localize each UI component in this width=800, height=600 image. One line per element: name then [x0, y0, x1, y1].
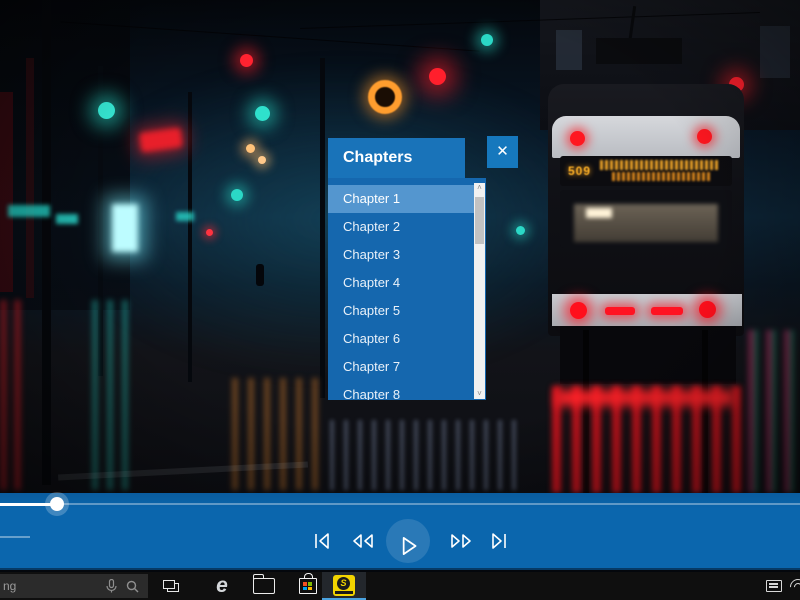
dvd-player-app-icon: S — [333, 575, 355, 596]
rewind-button[interactable] — [349, 529, 377, 553]
close-icon: ✕ — [496, 143, 509, 160]
search-box[interactable]: ng — [0, 574, 148, 598]
chapter-item[interactable]: Chapter 4 — [328, 269, 474, 297]
seek-bar-thumb[interactable] — [50, 497, 64, 511]
chapters-panel-title: Chapters — [343, 149, 412, 166]
rewind-icon — [349, 529, 377, 553]
windows-store-button[interactable] — [293, 572, 323, 600]
edge-browser-button[interactable]: e — [205, 572, 239, 600]
next-chapter-icon — [487, 529, 511, 553]
chapter-item[interactable]: Chapter 5 — [328, 297, 474, 325]
scrollbar-up-icon[interactable]: ˄ — [474, 183, 485, 193]
chapter-item-selected[interactable]: Chapter 1 — [328, 185, 474, 213]
windows-flag-icon — [303, 582, 312, 590]
chapters-list: Chapter 1 Chapter 2 Chapter 3 Chapter 4 … — [328, 178, 486, 400]
file-explorer-button[interactable] — [248, 572, 280, 600]
edge-icon: e — [216, 574, 228, 598]
dvd-label-bar — [335, 591, 353, 594]
chapters-panel-header: Chapters — [328, 138, 465, 178]
task-view-icon — [163, 580, 180, 593]
play-button[interactable] — [386, 519, 430, 563]
scrollbar-down-icon[interactable]: ˅ — [474, 389, 485, 399]
microphone-icon[interactable] — [106, 579, 117, 593]
dvd-player-taskbar-button[interactable]: S — [322, 572, 366, 600]
chapter-items: Chapter 1 Chapter 2 Chapter 3 Chapter 4 … — [328, 178, 486, 400]
task-view-button[interactable] — [157, 572, 185, 600]
touch-keyboard-button[interactable] — [762, 572, 786, 600]
folder-icon — [253, 578, 275, 594]
previous-chapter-icon — [310, 529, 334, 553]
scrollbar[interactable]: ˄ ˅ — [474, 183, 485, 399]
wifi-icon — [790, 579, 800, 593]
store-bag-icon — [299, 578, 317, 594]
app-window: 509 Chapters ✕ Chapter 1 Chapter 2 — [0, 0, 800, 600]
fast-forward-icon — [447, 529, 475, 553]
chapter-item[interactable]: Chapter 2 — [328, 213, 474, 241]
chapter-item[interactable]: Chapter 8 — [328, 381, 474, 400]
touch-keyboard-icon — [766, 580, 782, 592]
close-button[interactable]: ✕ — [487, 136, 518, 168]
chapter-item[interactable]: Chapter 6 — [328, 325, 474, 353]
next-chapter-button[interactable] — [487, 529, 511, 553]
scrollbar-thumb[interactable] — [475, 197, 484, 244]
seek-bar-fill — [0, 503, 57, 506]
search-icon[interactable] — [126, 580, 139, 593]
playback-control-bar — [0, 493, 800, 570]
windows-taskbar: ng e S — [0, 572, 800, 600]
previous-chapter-button[interactable] — [310, 529, 334, 553]
fast-forward-button[interactable] — [447, 529, 475, 553]
play-icon — [395, 533, 421, 559]
elapsed-time-fragment — [0, 536, 30, 538]
dvd-disc-glyph: S — [337, 577, 350, 590]
chapter-item[interactable]: Chapter 3 — [328, 241, 474, 269]
search-text: ng — [0, 579, 106, 593]
chapter-item[interactable]: Chapter 7 — [328, 353, 474, 381]
wifi-tray-button[interactable] — [790, 572, 800, 600]
seek-bar-track[interactable] — [0, 503, 800, 505]
